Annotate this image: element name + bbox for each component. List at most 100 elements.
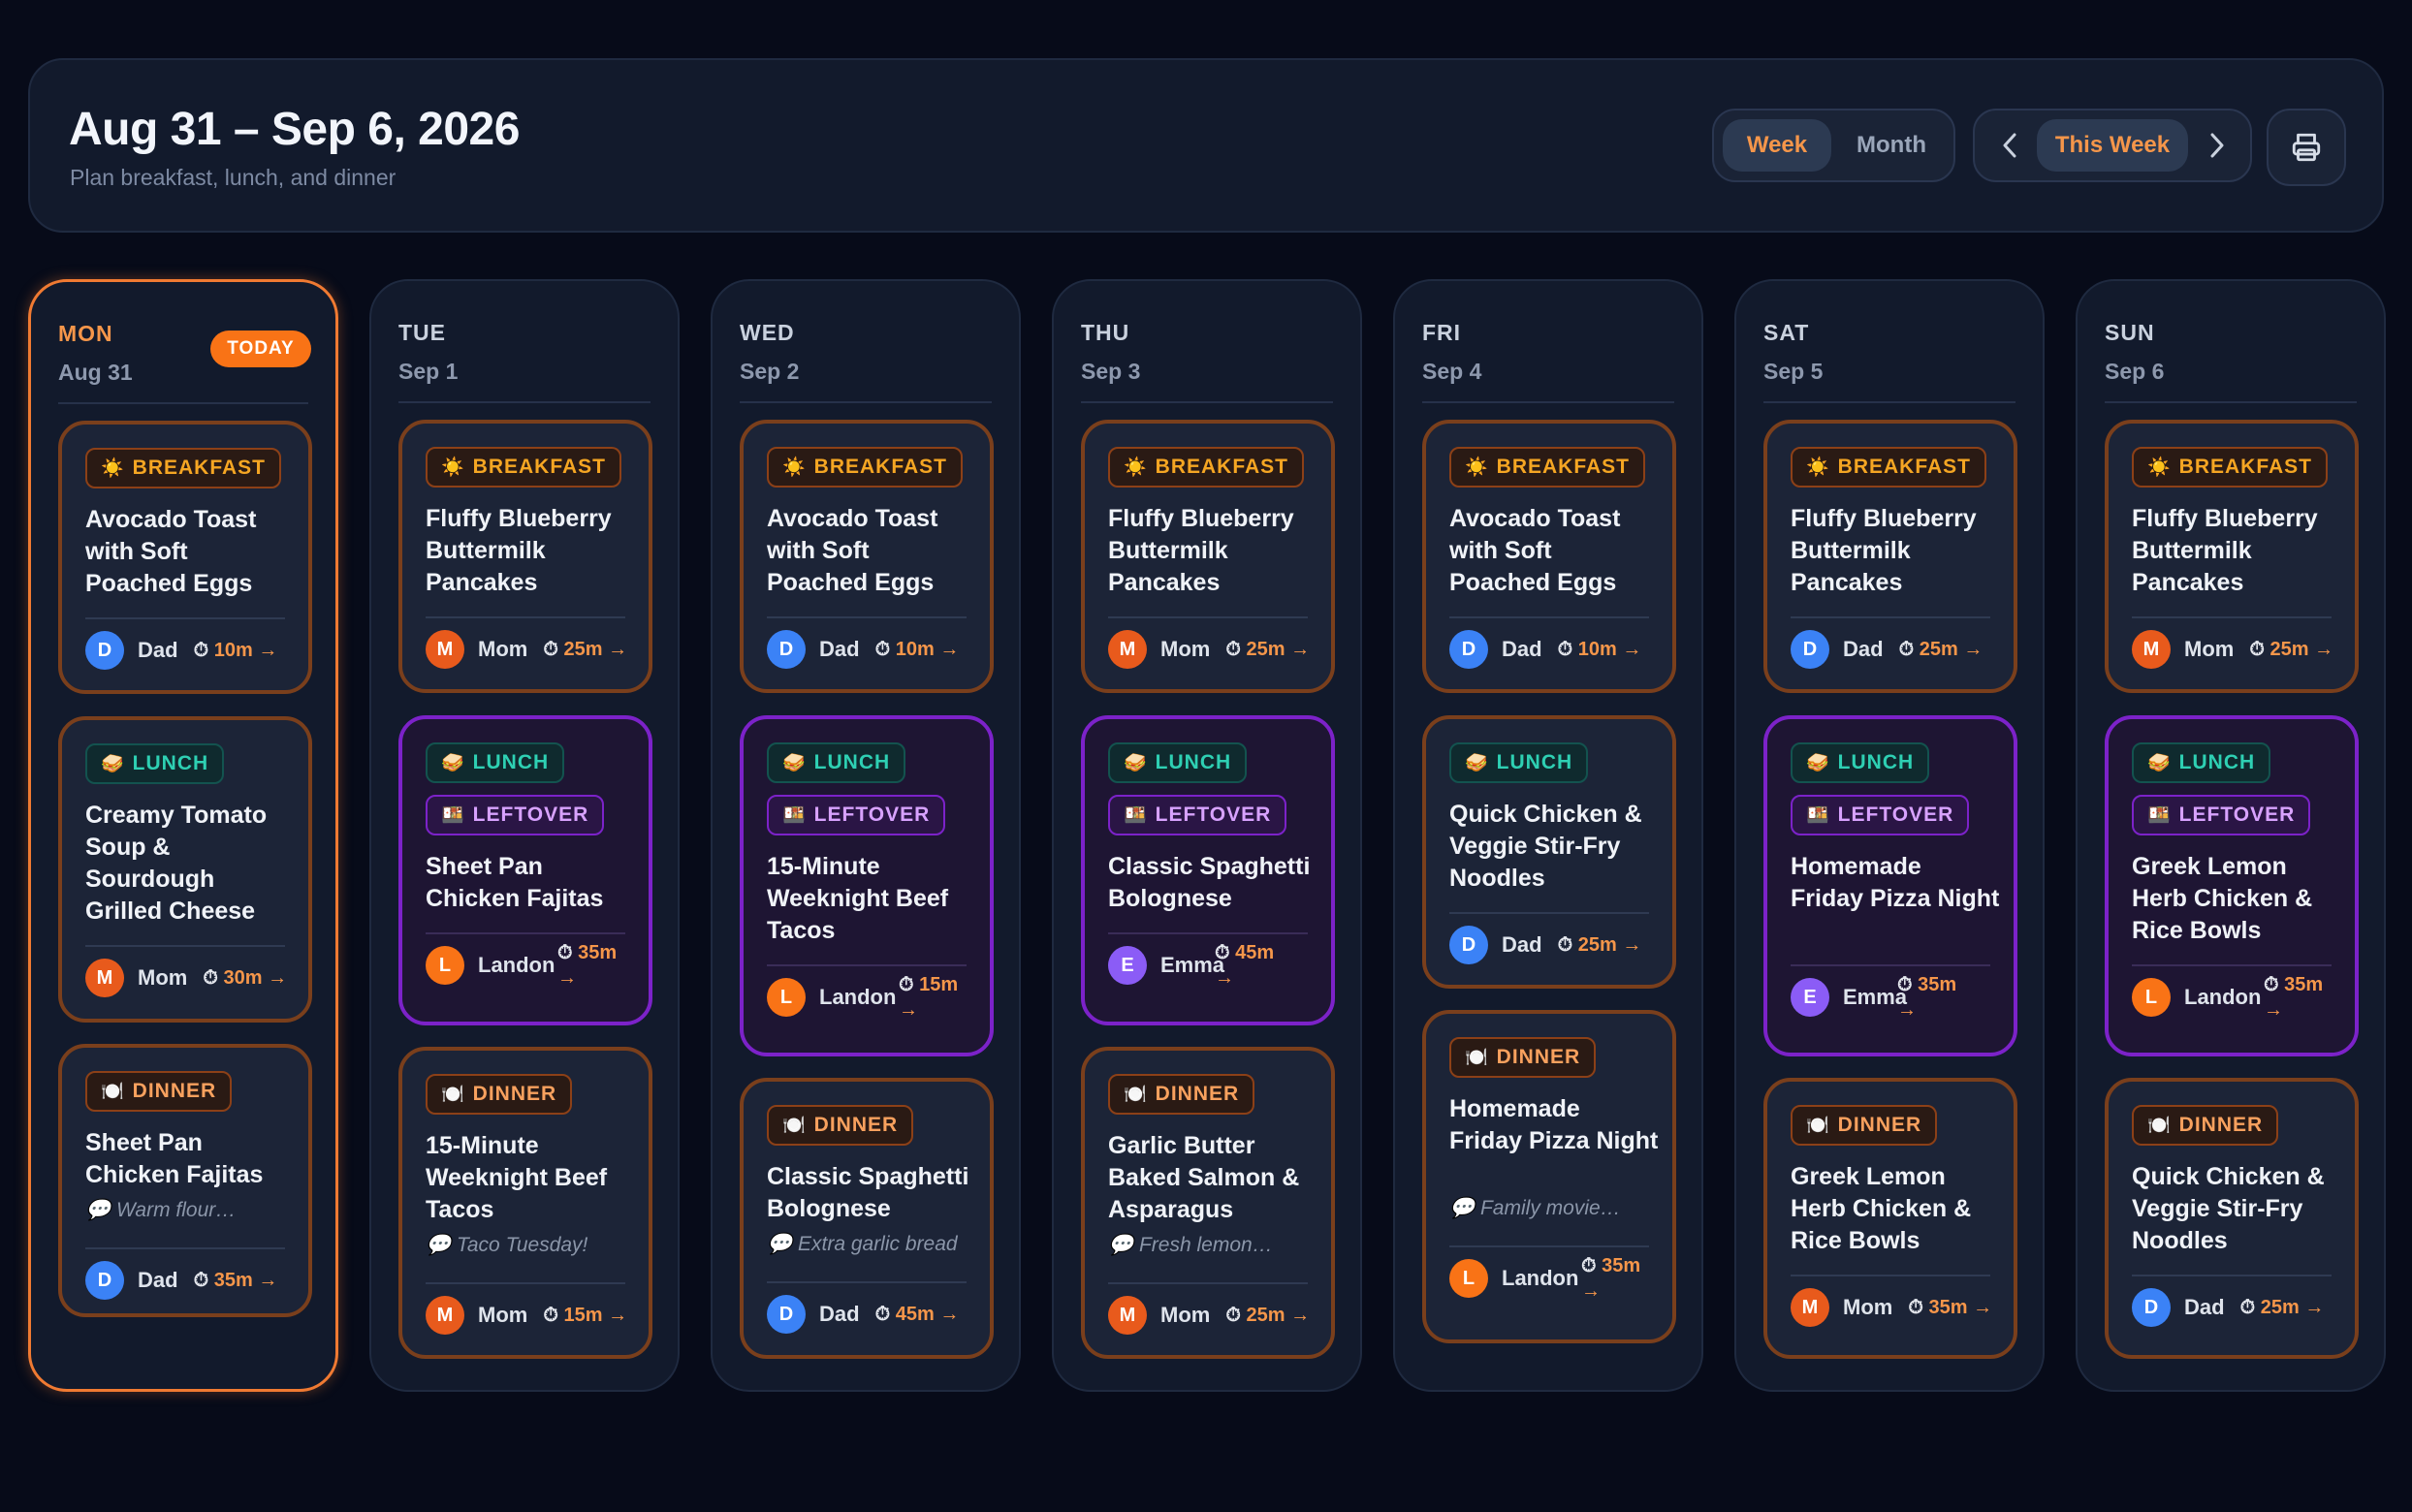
plate-icon: 🍽️ <box>441 1085 465 1105</box>
meal-assignee: E Emma <box>1791 978 1907 1017</box>
avatar: D <box>85 1261 124 1300</box>
lunch-card[interactable]: 🥪 LUNCH 🍱 LEFTOVER Greek Lemon Herb Chicken … <box>2105 715 2359 1056</box>
view-week-button[interactable]: Week <box>1723 119 1831 172</box>
dinner-card[interactable]: 🍽️ DINNER Quick Chicken & Veggie Stir-Fry … <box>2105 1078 2359 1359</box>
day-column-thu: THU Sep 3 ☀️ BREAKFAST Fluffy Blueberry Butt… <box>1052 279 1362 1392</box>
meal-note: 💬 Extra garlic bread <box>767 1233 958 1255</box>
arrow-icon: → <box>1963 638 1984 660</box>
meal-divider <box>2132 1275 2332 1276</box>
tag-label: LUNCH <box>1837 751 1915 773</box>
meal-title: Classic Spaghetti Bolognese <box>767 1163 969 1222</box>
breakfast-card[interactable]: ☀️ BREAKFAST Fluffy Blueberry Buttermilk P… <box>1081 420 1335 693</box>
previous-week-button[interactable] <box>1990 119 2029 172</box>
day-divider <box>1081 401 1333 403</box>
chevron-right-icon <box>2210 133 2224 158</box>
dinner-card[interactable]: 🍽️ DINNER Greek Lemon Herb Chicken & Rice … <box>1763 1078 2017 1359</box>
day-column-fri: FRI Sep 4 ☀️ BREAKFAST Avocado Toast with So… <box>1393 279 1703 1392</box>
lunch-card[interactable]: 🥪 LUNCH 🍱 LEFTOVER Homemade Friday Pizza Nig… <box>1763 715 2017 1056</box>
lunch-card[interactable]: 🥪 LUNCH Creamy Tomato Soup & Sourdough Gri… <box>58 716 312 1023</box>
this-week-button[interactable]: This Week <box>2037 119 2188 172</box>
prep-time: ⏱ 35m → <box>1581 1253 1640 1304</box>
lunch-card[interactable]: 🥪 LUNCH Quick Chicken & Veggie Stir-Fry No… <box>1422 715 1676 989</box>
arrow-icon: → <box>608 638 628 660</box>
dinner-card[interactable]: 🍽️ DINNER 15-Minute Weeknight Beef Tacos 💬 … <box>398 1047 652 1359</box>
day-divider <box>58 402 308 404</box>
assignee-name: Landon <box>1502 1266 1579 1290</box>
meal-note: 💬 Warm flour… <box>85 1199 237 1221</box>
dinner-card[interactable]: 🍽️ DINNER Homemade Friday Pizza Night 💬 Fam… <box>1422 1010 1676 1343</box>
tag-label: LUNCH <box>1496 751 1573 773</box>
meal-assignee: M Mom ⏱ 25m → <box>2132 630 2333 669</box>
clock-icon: ⏱ <box>874 638 891 660</box>
day-name: SUN <box>2105 320 2155 345</box>
dinner-card[interactable]: 🍽️ DINNER Classic Spaghetti Bolognese 💬 Ext… <box>740 1078 994 1359</box>
arrow-icon: → <box>2264 999 2283 1021</box>
prep-time: ⏱ 35m → <box>2264 972 2323 1023</box>
lunchbox-icon: 🥪 <box>2147 753 2172 773</box>
lunch-tag: 🥪 LUNCH <box>1791 742 1930 783</box>
meal-divider <box>426 616 625 618</box>
next-week-button[interactable] <box>2198 119 2237 172</box>
lunch-tag: 🥪 LUNCH <box>2132 742 2271 783</box>
dinner-tag: 🍽️ DINNER <box>767 1105 914 1146</box>
breakfast-card[interactable]: ☀️ BREAKFAST Avocado Toast with Soft Poach… <box>58 421 312 694</box>
view-month-button[interactable]: Month <box>1837 119 1946 172</box>
prep-time: ⏱ 35m → <box>1897 972 1956 1023</box>
prep-time-value: 35m <box>213 1269 253 1291</box>
breakfast-card[interactable]: ☀️ BREAKFAST Avocado Toast with Soft Poach… <box>740 420 994 693</box>
clock-icon: ⏱ <box>2249 638 2265 660</box>
page-subtitle: Plan breakfast, lunch, and dinner <box>70 165 397 190</box>
breakfast-card[interactable]: ☀️ BREAKFAST Avocado Toast with Soft Poach… <box>1422 420 1676 693</box>
day-name: MON <box>58 321 113 346</box>
avatar: L <box>767 978 806 1017</box>
assignee-name: Landon <box>819 985 897 1009</box>
prep-time: ⏱ 35m → <box>1908 1297 1992 1319</box>
tag-label: LEFTOVER <box>1837 803 1954 826</box>
assignee-name: Mom <box>1160 637 1211 661</box>
dinner-card[interactable]: 🍽️ DINNER Garlic Butter Baked Salmon & Asp… <box>1081 1047 1335 1359</box>
tag-label: LUNCH <box>1155 751 1232 773</box>
prep-time: ⏱ 30m → <box>203 967 287 990</box>
clock-icon: ⏱ <box>557 942 573 963</box>
clock-icon: ⏱ <box>543 1304 558 1326</box>
meal-divider <box>767 616 967 618</box>
meal-divider <box>85 945 285 947</box>
prep-time: ⏱ 10m → <box>875 639 960 661</box>
breakfast-card[interactable]: ☀️ BREAKFAST Fluffy Blueberry Buttermilk P… <box>398 420 652 693</box>
arrow-icon: → <box>1290 1304 1311 1326</box>
lunch-card[interactable]: 🥪 LUNCH 🍱 LEFTOVER Classic Spaghetti Bologne… <box>1081 715 1335 1025</box>
lunch-card[interactable]: 🥪 LUNCH 🍱 LEFTOVER 15-Minute Weeknight Beef … <box>740 715 994 1056</box>
breakfast-tag: ☀️ BREAKFAST <box>1449 447 1646 488</box>
meal-assignee: M Mom ⏱ 35m → <box>1791 1288 1992 1327</box>
tag-label: BREAKFAST <box>1837 456 1972 478</box>
lunch-card[interactable]: 🥪 LUNCH 🍱 LEFTOVER Sheet Pan Chicken Fajitas… <box>398 715 652 1025</box>
print-button[interactable] <box>2267 109 2346 186</box>
sun-icon: ☀️ <box>782 457 807 478</box>
breakfast-card[interactable]: ☀️ BREAKFAST Fluffy Blueberry Buttermilk P… <box>2105 420 2359 693</box>
tag-label: BREAKFAST <box>1496 456 1631 478</box>
assignee-name: Dad <box>819 1302 860 1326</box>
meal-title: Sheet Pan Chicken Fajitas <box>85 1129 264 1188</box>
tag-label: LUNCH <box>132 752 209 774</box>
arrow-icon: → <box>258 639 278 661</box>
tag-label: DINNER <box>1837 1114 1922 1136</box>
arrow-icon: → <box>608 1304 628 1326</box>
avatar: L <box>1449 1259 1488 1298</box>
avatar: D <box>1791 630 1829 669</box>
prep-time-value: 25m <box>2269 638 2309 660</box>
meal-divider <box>1108 932 1308 934</box>
prep-time: ⏱ 15m → <box>543 1305 627 1327</box>
avatar: E <box>1791 978 1829 1017</box>
prep-time: ⏱ 25m → <box>2240 1297 2325 1319</box>
meal-title: Greek Lemon Herb Chicken & Rice Bowls <box>2132 853 2313 944</box>
breakfast-card[interactable]: ☀️ BREAKFAST Fluffy Blueberry Buttermilk P… <box>1763 420 2017 693</box>
tag-label: BREAKFAST <box>1155 456 1289 478</box>
meal-title: Quick Chicken & Veggie Stir-Fry Noodles <box>2132 1163 2325 1254</box>
dinner-card[interactable]: 🍽️ DINNER Sheet Pan Chicken Fajitas 💬 Warm … <box>58 1044 312 1317</box>
bento-icon: 🍱 <box>1124 805 1148 826</box>
avatar: M <box>85 959 124 997</box>
prep-time-value: 25m <box>1246 1304 1285 1326</box>
lunchbox-icon: 🥪 <box>441 753 465 773</box>
prep-time: ⏱ 25m → <box>1225 1305 1310 1327</box>
meal-divider <box>2132 964 2332 966</box>
